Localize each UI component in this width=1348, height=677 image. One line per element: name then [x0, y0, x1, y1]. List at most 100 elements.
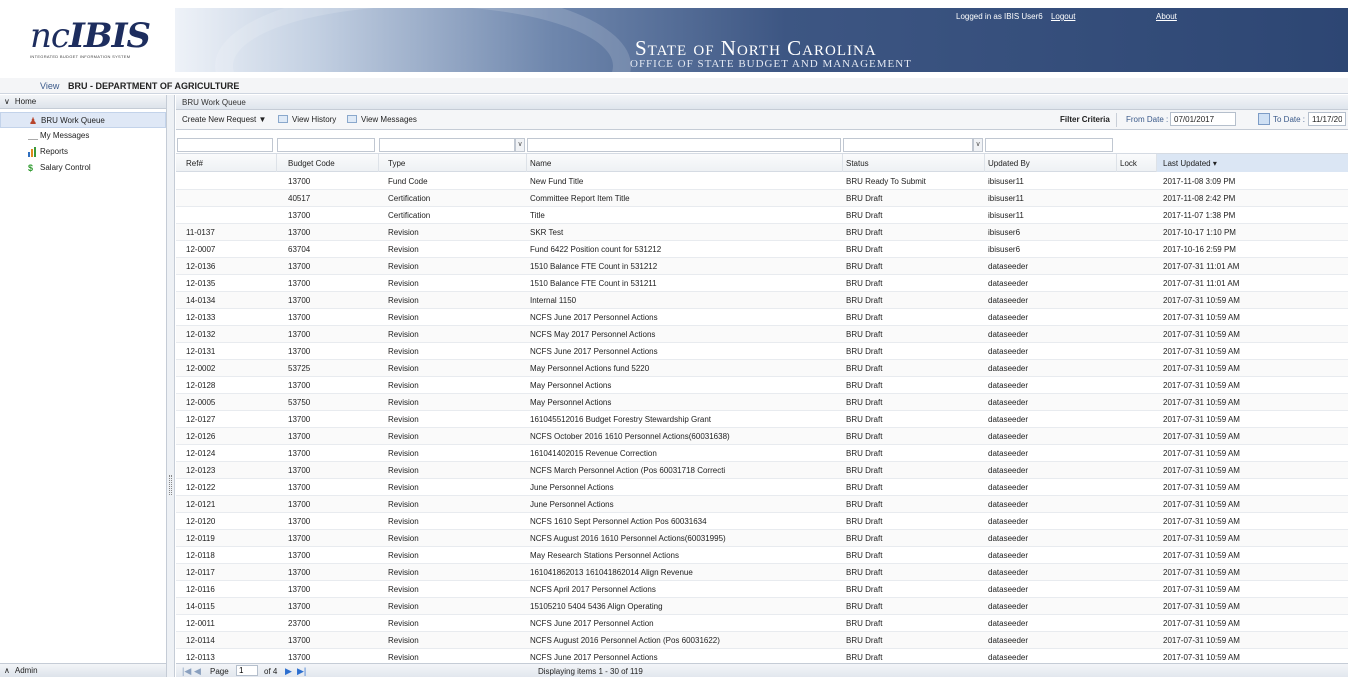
- cell-ref: 12-0135: [186, 279, 216, 288]
- table-row[interactable]: 12-0124 13700 Revision 161041402015 Revenue…: [176, 445, 1348, 462]
- status-filter-input[interactable]: [843, 138, 973, 152]
- sidebar-item-bru-work-queue[interactable]: ♟ BRU Work Queue: [0, 112, 166, 128]
- cell-budget-code: 13700: [288, 313, 311, 322]
- cell-updated-by: dataseeder: [988, 381, 1029, 390]
- cell-status: BRU Draft: [846, 211, 883, 220]
- cell-updated-by: dataseeder: [988, 585, 1029, 594]
- page-number-input[interactable]: [236, 665, 258, 676]
- cell-budget-code: 13700: [288, 653, 311, 662]
- cell-type: Revision: [388, 228, 419, 237]
- calendar-icon[interactable]: [1258, 113, 1270, 125]
- table-row[interactable]: 11-0137 13700 Revision SKR Test BRU Draft ibi…: [176, 224, 1348, 241]
- column-header-status[interactable]: Status: [846, 159, 869, 168]
- table-row[interactable]: 12-0126 13700 Revision NCFS October 2016 16…: [176, 428, 1348, 445]
- history-icon: [278, 115, 288, 123]
- table-row[interactable]: 14-0134 13700 Revision Internal 1150 BRU Dra…: [176, 292, 1348, 309]
- table-row[interactable]: 12-0131 13700 Revision NCFS June 2017 Perso…: [176, 343, 1348, 360]
- dropdown-arrow-icon: ▼: [258, 115, 267, 124]
- table-row[interactable]: 12-0007 63704 Revision Fund 6422 Position c…: [176, 241, 1348, 258]
- table-row[interactable]: 12-0132 13700 Revision NCFS May 2017 Person…: [176, 326, 1348, 343]
- table-row[interactable]: 12-0135 13700 Revision 1510 Balance FTE Cou…: [176, 275, 1348, 292]
- table-row[interactable]: 12-0123 13700 Revision NCFS March Personnel…: [176, 462, 1348, 479]
- prev-page-icon[interactable]: ◀: [194, 666, 201, 676]
- cell-status: BRU Draft: [846, 330, 883, 339]
- cell-ref: 14-0134: [186, 296, 216, 305]
- table-row[interactable]: 12-0114 13700 Revision NCFS August 2016 Per…: [176, 632, 1348, 649]
- sidebar-item-reports[interactable]: Reports: [0, 144, 166, 160]
- status-filter-dropdown-icon[interactable]: ∨: [973, 138, 983, 152]
- cell-budget-code: 13700: [288, 585, 311, 594]
- first-page-icon[interactable]: |◀: [182, 666, 191, 676]
- table-row[interactable]: 12-0119 13700 Revision NCFS August 2016 161…: [176, 530, 1348, 547]
- to-date-input[interactable]: [1308, 112, 1346, 126]
- home-accordion-header[interactable]: ∨ Home: [0, 95, 166, 109]
- type-filter-input[interactable]: [379, 138, 515, 152]
- cell-type: Revision: [388, 619, 419, 628]
- view-label[interactable]: View: [40, 81, 59, 91]
- table-row[interactable]: 12-0002 53725 Revision May Personnel Action…: [176, 360, 1348, 377]
- cell-updated-by: dataseeder: [988, 619, 1029, 628]
- column-header-last-updated[interactable]: Last Updated ▾: [1157, 154, 1348, 172]
- cell-type: Certification: [388, 211, 431, 220]
- cell-name: NCFS June 2017 Personnel Actions: [530, 347, 658, 356]
- sidebar-splitter[interactable]: [167, 95, 175, 677]
- column-header-type[interactable]: Type: [388, 159, 405, 168]
- sidebar-item-salary-control[interactable]: $ Salary Control: [0, 160, 166, 176]
- table-row[interactable]: 12-0117 13700 Revision 161041862013 1610418…: [176, 564, 1348, 581]
- cell-updated-by: dataseeder: [988, 364, 1029, 373]
- cell-ref: 12-0127: [186, 415, 216, 424]
- column-header-budget-code[interactable]: Budget Code: [288, 159, 335, 168]
- cell-type: Revision: [388, 585, 419, 594]
- cell-status: BRU Draft: [846, 415, 883, 424]
- cell-budget-code: 13700: [288, 211, 311, 220]
- table-row[interactable]: 13700 Fund Code New Fund Title BRU Ready To…: [176, 173, 1348, 190]
- table-row[interactable]: 40517 Certification Committee Report Item …: [176, 190, 1348, 207]
- table-row[interactable]: 12-0011 23700 Revision NCFS June 2017 Perso…: [176, 615, 1348, 632]
- cell-ref: 12-0118: [186, 551, 215, 560]
- create-new-request-button[interactable]: Create New Request ▼: [182, 115, 266, 124]
- logout-link[interactable]: Logout: [1051, 12, 1075, 21]
- table-row[interactable]: 12-0128 13700 Revision May Personnel Action…: [176, 377, 1348, 394]
- name-filter-input[interactable]: [527, 138, 841, 152]
- ref-filter-input[interactable]: [177, 138, 273, 152]
- cell-status: BRU Draft: [846, 619, 883, 628]
- logo-nc: nc: [30, 16, 70, 56]
- table-row[interactable]: 12-0116 13700 Revision NCFS April 2017 Pers…: [176, 581, 1348, 598]
- column-header-updated-by[interactable]: Updated By: [988, 159, 1030, 168]
- from-date-input[interactable]: [1170, 112, 1236, 126]
- about-link[interactable]: About: [1156, 12, 1177, 21]
- table-row[interactable]: 13700 Certification Title BRU Draft ibisuser…: [176, 207, 1348, 224]
- updated-by-filter-input[interactable]: [985, 138, 1113, 152]
- cell-name: Committee Report Item Title: [530, 194, 630, 203]
- table-row[interactable]: 12-0120 13700 Revision NCFS 1610 Sept Perso…: [176, 513, 1348, 530]
- sidebar-item-my-messages[interactable]: My Messages: [0, 128, 166, 144]
- dollar-icon: $: [28, 163, 34, 173]
- table-row[interactable]: 12-0005 53750 Revision May Personnel Action…: [176, 394, 1348, 411]
- cell-last-updated: 2017-07-31 10:59 AM: [1163, 313, 1240, 322]
- table-row[interactable]: 12-0121 13700 Revision June Personnel Actio…: [176, 496, 1348, 513]
- table-row[interactable]: 12-0133 13700 Revision NCFS June 2017 Perso…: [176, 309, 1348, 326]
- column-header-lock[interactable]: Lock: [1120, 159, 1137, 168]
- type-filter-dropdown-icon[interactable]: ∨: [515, 138, 525, 152]
- view-history-button[interactable]: View History: [278, 115, 336, 124]
- table-row[interactable]: 14-0115 13700 Revision 15105210 5404 5436 A…: [176, 598, 1348, 615]
- table-row[interactable]: 12-0136 13700 Revision 1510 Balance FTE Cou…: [176, 258, 1348, 275]
- last-page-icon[interactable]: ▶|: [297, 666, 306, 676]
- table-row[interactable]: 12-0122 13700 Revision June Personnel Actio…: [176, 479, 1348, 496]
- cell-status: BRU Draft: [846, 245, 883, 254]
- table-row[interactable]: 12-0118 13700 Revision May Research Station…: [176, 547, 1348, 564]
- table-row[interactable]: 12-0113 13700 Revision NCFS June 2017 Perso…: [176, 649, 1348, 663]
- splitter-grip-icon[interactable]: [169, 475, 172, 495]
- view-messages-button[interactable]: View Messages: [347, 115, 417, 124]
- admin-accordion-header[interactable]: ∧ Admin: [0, 663, 166, 677]
- next-page-icon[interactable]: ▶: [285, 666, 292, 676]
- cell-name: Fund 6422 Position count for 531212: [530, 245, 662, 254]
- table-row[interactable]: 12-0127 13700 Revision 161045512016 Budget …: [176, 411, 1348, 428]
- bar-chart-icon: [28, 147, 38, 157]
- budget-code-filter-input[interactable]: [277, 138, 375, 152]
- column-header-ref[interactable]: Ref#: [186, 159, 203, 168]
- cell-status: BRU Draft: [846, 602, 883, 611]
- cell-updated-by: dataseeder: [988, 483, 1029, 492]
- cell-last-updated: 2017-07-31 10:59 AM: [1163, 653, 1240, 662]
- column-header-name[interactable]: Name: [530, 159, 551, 168]
